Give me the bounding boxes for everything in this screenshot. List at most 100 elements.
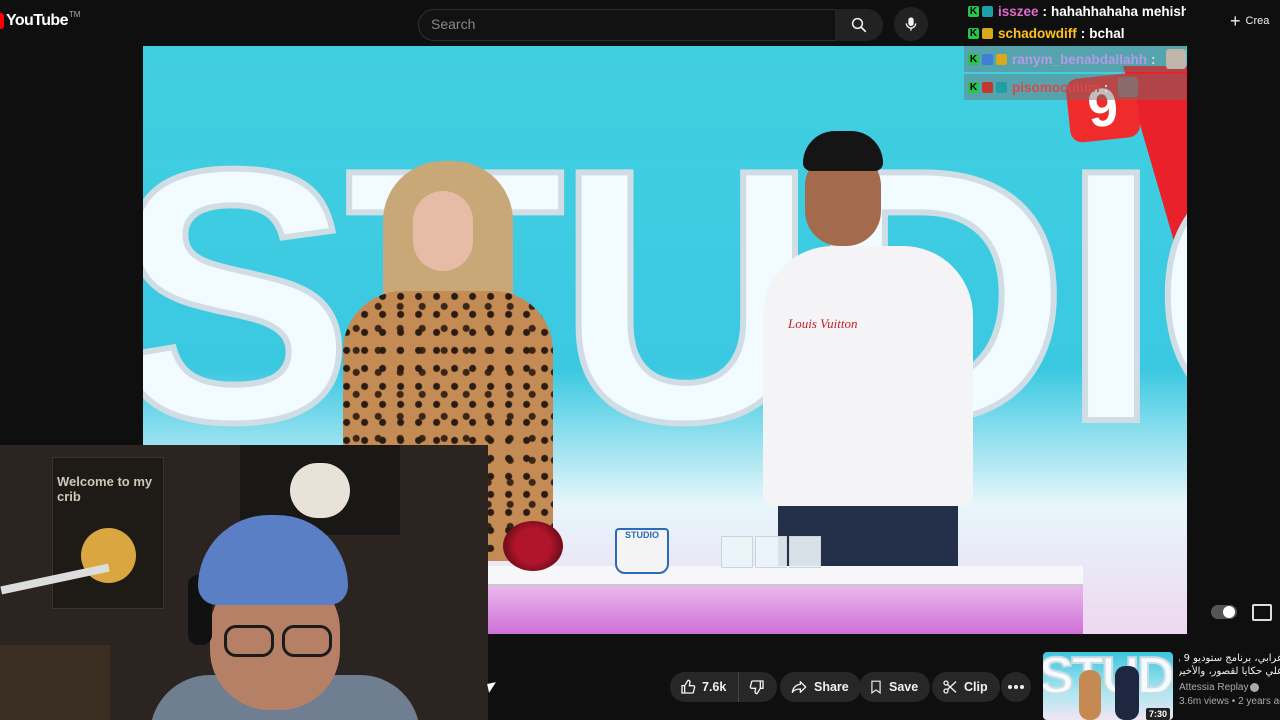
save-button[interactable]: Save	[859, 672, 931, 702]
more-horizontal-icon	[1008, 685, 1024, 689]
set-studio-lettering: STUDIO	[143, 95, 1187, 497]
recommended-thumbnail[interactable]: STUDIO 7:30	[1043, 652, 1173, 720]
youtube-logo-tm: TM	[68, 9, 81, 19]
glasses	[224, 625, 332, 657]
shark-hat	[198, 515, 348, 605]
share-button[interactable]: Share	[780, 672, 861, 702]
man-hair	[803, 131, 883, 171]
bookmark-icon	[871, 680, 881, 694]
chat-message: K ranym_benabdallahh :	[964, 46, 1186, 72]
scissors-icon	[943, 680, 957, 694]
guest-man-figure: Louis Vuitton	[763, 131, 973, 586]
create-label: Crea	[1245, 15, 1270, 27]
chat-username: schadowdiff	[998, 25, 1077, 41]
save-label: Save	[889, 680, 919, 694]
chat-message: K isszee : hahahhahaha mehish hiya?	[964, 0, 1186, 22]
chat-text: bchal	[1089, 25, 1125, 41]
subscriber-badge-icon	[996, 81, 1007, 93]
search-box	[418, 9, 836, 41]
streamer-webcam: Welcome to my crib	[0, 445, 488, 720]
chat-message: K schadowdiff : bchal	[964, 22, 1186, 44]
studio-mug: STUDIO	[615, 528, 669, 574]
sweater-brand-text: Louis Vuitton	[788, 316, 858, 331]
save-action: Save	[859, 672, 931, 702]
glass-cup	[721, 536, 753, 568]
like-button[interactable]: 7.6k	[670, 672, 740, 702]
chat-separator: :	[1042, 3, 1048, 19]
more-action	[1001, 672, 1031, 702]
recommended-title-line[interactable]: علي حكايا لقصور، والأخير يتفاعل	[1179, 665, 1280, 678]
mug-text: STUDIO	[624, 530, 659, 540]
chat-username: ranym_benabdallahh	[1012, 51, 1148, 67]
gift-badge-icon	[996, 53, 1007, 65]
plus-icon: +	[1230, 11, 1241, 31]
thumbs-up-icon	[681, 679, 696, 694]
thumbnail-person	[1079, 670, 1101, 720]
shelf	[0, 645, 110, 720]
like-dislike-pill: 7.6k	[670, 672, 778, 702]
recommended-meta: 3.6m views • 2 years ago	[1179, 696, 1280, 707]
chat-separator: :	[1103, 79, 1109, 95]
chat-separator: :	[1080, 25, 1086, 41]
subtitles-button[interactable]	[1252, 604, 1272, 621]
recommended-info: عرابي، برنامج ستوديو 9 وكشف علي حكايا لق…	[1179, 652, 1280, 707]
share-icon	[791, 681, 807, 693]
youtube-logo[interactable]: YouTube TM	[0, 9, 81, 30]
recommended-channel[interactable]: Attessia Replay	[1179, 682, 1280, 693]
kick-badge-icon: K	[968, 81, 979, 93]
man-white-sweater	[763, 246, 973, 506]
search-input[interactable]	[419, 10, 833, 38]
kick-badge-icon: K	[968, 27, 979, 39]
kick-badge-icon: K	[968, 5, 979, 17]
recommended-title-line[interactable]: عرابي، برنامج ستوديو 9 وكشف	[1179, 652, 1280, 665]
studio-desk-top	[483, 566, 1083, 586]
thumbs-down-icon	[750, 680, 765, 695]
chat-separator: :	[1151, 51, 1156, 67]
autoplay-toggle[interactable]	[1211, 605, 1237, 619]
streamer	[150, 515, 420, 720]
microphone-icon	[905, 17, 917, 31]
share-label: Share	[814, 680, 849, 694]
create-button[interactable]: + Crea	[1230, 12, 1269, 30]
voice-search-button[interactable]	[894, 7, 928, 41]
subscriber-badge-icon	[982, 5, 993, 17]
more-actions-button[interactable]	[1001, 672, 1031, 702]
verified-badge-icon	[982, 81, 993, 93]
kick-badge-icon: K	[968, 53, 979, 65]
autoplay-knob	[1223, 606, 1235, 618]
glass-cup	[789, 536, 821, 568]
emote-icon	[1118, 77, 1139, 97]
woman-face	[413, 191, 473, 271]
welcome-flag: Welcome to my crib	[52, 457, 164, 609]
share-action: Share	[780, 672, 861, 702]
clip-action: Clip	[932, 672, 1000, 702]
dislike-button[interactable]	[739, 672, 777, 702]
recommended-video[interactable]: STUDIO 7:30 عرابي، برنامج ستوديو 9 وكشف …	[1043, 652, 1280, 720]
youtube-logo-text: YouTube	[6, 12, 68, 29]
like-dislike-group: 7.6k	[670, 672, 778, 702]
like-count: 7.6k	[702, 680, 727, 694]
thumbnail-studio-lettering: STUDIO	[1043, 652, 1173, 706]
channel-name: Attessia Replay	[1179, 682, 1249, 693]
clip-label: Clip	[964, 680, 988, 694]
glass-cup	[755, 536, 787, 568]
search-icon	[851, 17, 867, 33]
verified-icon	[1250, 682, 1260, 692]
chat-text: hahahhahaha mehish hiya?	[1051, 3, 1186, 19]
thumbnail-person	[1115, 666, 1139, 720]
search-button[interactable]	[835, 9, 883, 41]
chat-username: isszee	[998, 3, 1039, 19]
chat-username: pisomoculum	[1012, 79, 1100, 95]
gift-badge-icon	[982, 27, 993, 39]
clip-button[interactable]: Clip	[932, 672, 1000, 702]
youtube-logo-mark	[0, 13, 4, 29]
rose-bouquet	[503, 521, 563, 571]
chat-message: K pisomoculum :	[964, 74, 1186, 100]
chat-overlay: K isszee : hahahhahaha mehish hiya? K sc…	[964, 0, 1186, 100]
welcome-flag-text: Welcome to my crib	[57, 474, 153, 504]
moderator-badge-icon	[982, 53, 993, 65]
cat-emote-icon	[1165, 49, 1186, 69]
mouse-cursor-icon	[487, 682, 498, 693]
video-duration: 7:30	[1145, 708, 1170, 720]
skull-icon	[290, 463, 350, 518]
